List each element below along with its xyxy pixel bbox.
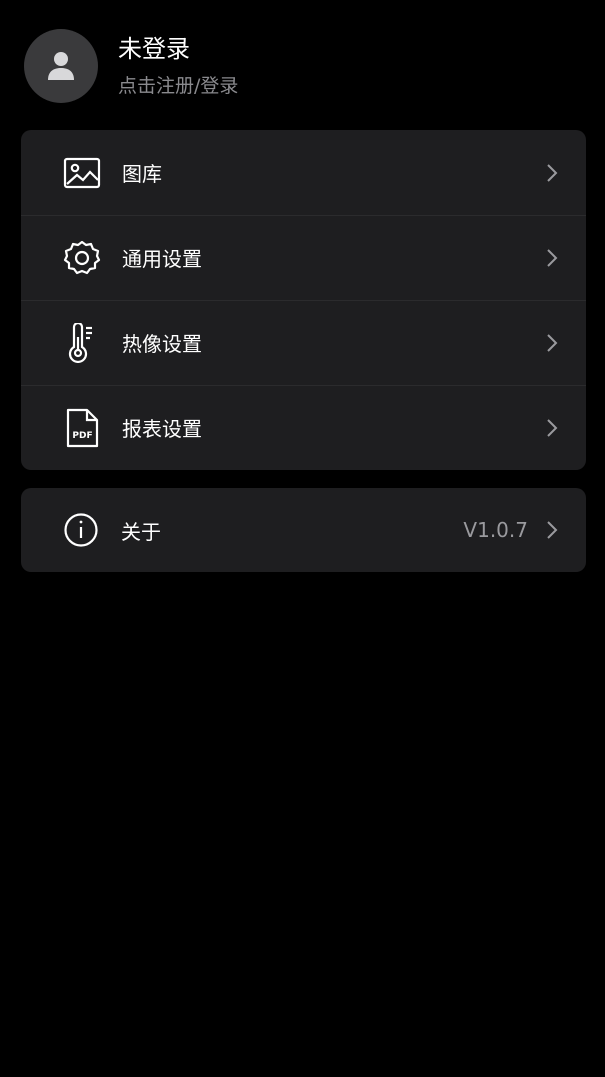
- gear-icon: [62, 238, 102, 278]
- user-icon: [48, 52, 74, 80]
- menu-item-label: 热像设置: [122, 332, 202, 356]
- thermometer-icon: [62, 322, 102, 363]
- menu-item-label: 报表设置: [122, 417, 202, 441]
- pdf-file-icon: PDF: [62, 408, 102, 448]
- chevron-right-icon: [540, 161, 564, 185]
- gallery-icon: [62, 153, 102, 193]
- svg-text:PDF: PDF: [72, 431, 92, 441]
- menu-item-about[interactable]: 关于 V1.0.7: [21, 488, 586, 572]
- profile-header[interactable]: 未登录 点击注册/登录: [24, 28, 564, 104]
- login-status: 未登录: [118, 35, 190, 63]
- register-login-link[interactable]: 点击注册/登录: [118, 73, 238, 99]
- menu-item-label: 图库: [122, 162, 162, 186]
- chevron-right-icon: [540, 246, 564, 270]
- menu-item-gallery[interactable]: 图库: [21, 130, 586, 215]
- settings-menu: 图库 通用设置 热像设置 PDF 报表设置: [21, 130, 586, 470]
- avatar[interactable]: [24, 29, 98, 103]
- about-label: 关于: [121, 519, 161, 544]
- menu-item-report-settings[interactable]: PDF 报表设置: [21, 385, 586, 470]
- menu-item-thermal-settings[interactable]: 热像设置: [21, 300, 586, 385]
- info-icon: [61, 510, 101, 550]
- about-card: 关于 V1.0.7: [21, 488, 586, 572]
- menu-item-label: 通用设置: [122, 247, 202, 271]
- version-text: V1.0.7: [463, 518, 528, 542]
- chevron-right-icon: [540, 518, 564, 542]
- menu-item-general-settings[interactable]: 通用设置: [21, 215, 586, 300]
- chevron-right-icon: [540, 416, 564, 440]
- profile-text: 未登录 点击注册/登录: [118, 33, 238, 99]
- chevron-right-icon: [540, 331, 564, 355]
